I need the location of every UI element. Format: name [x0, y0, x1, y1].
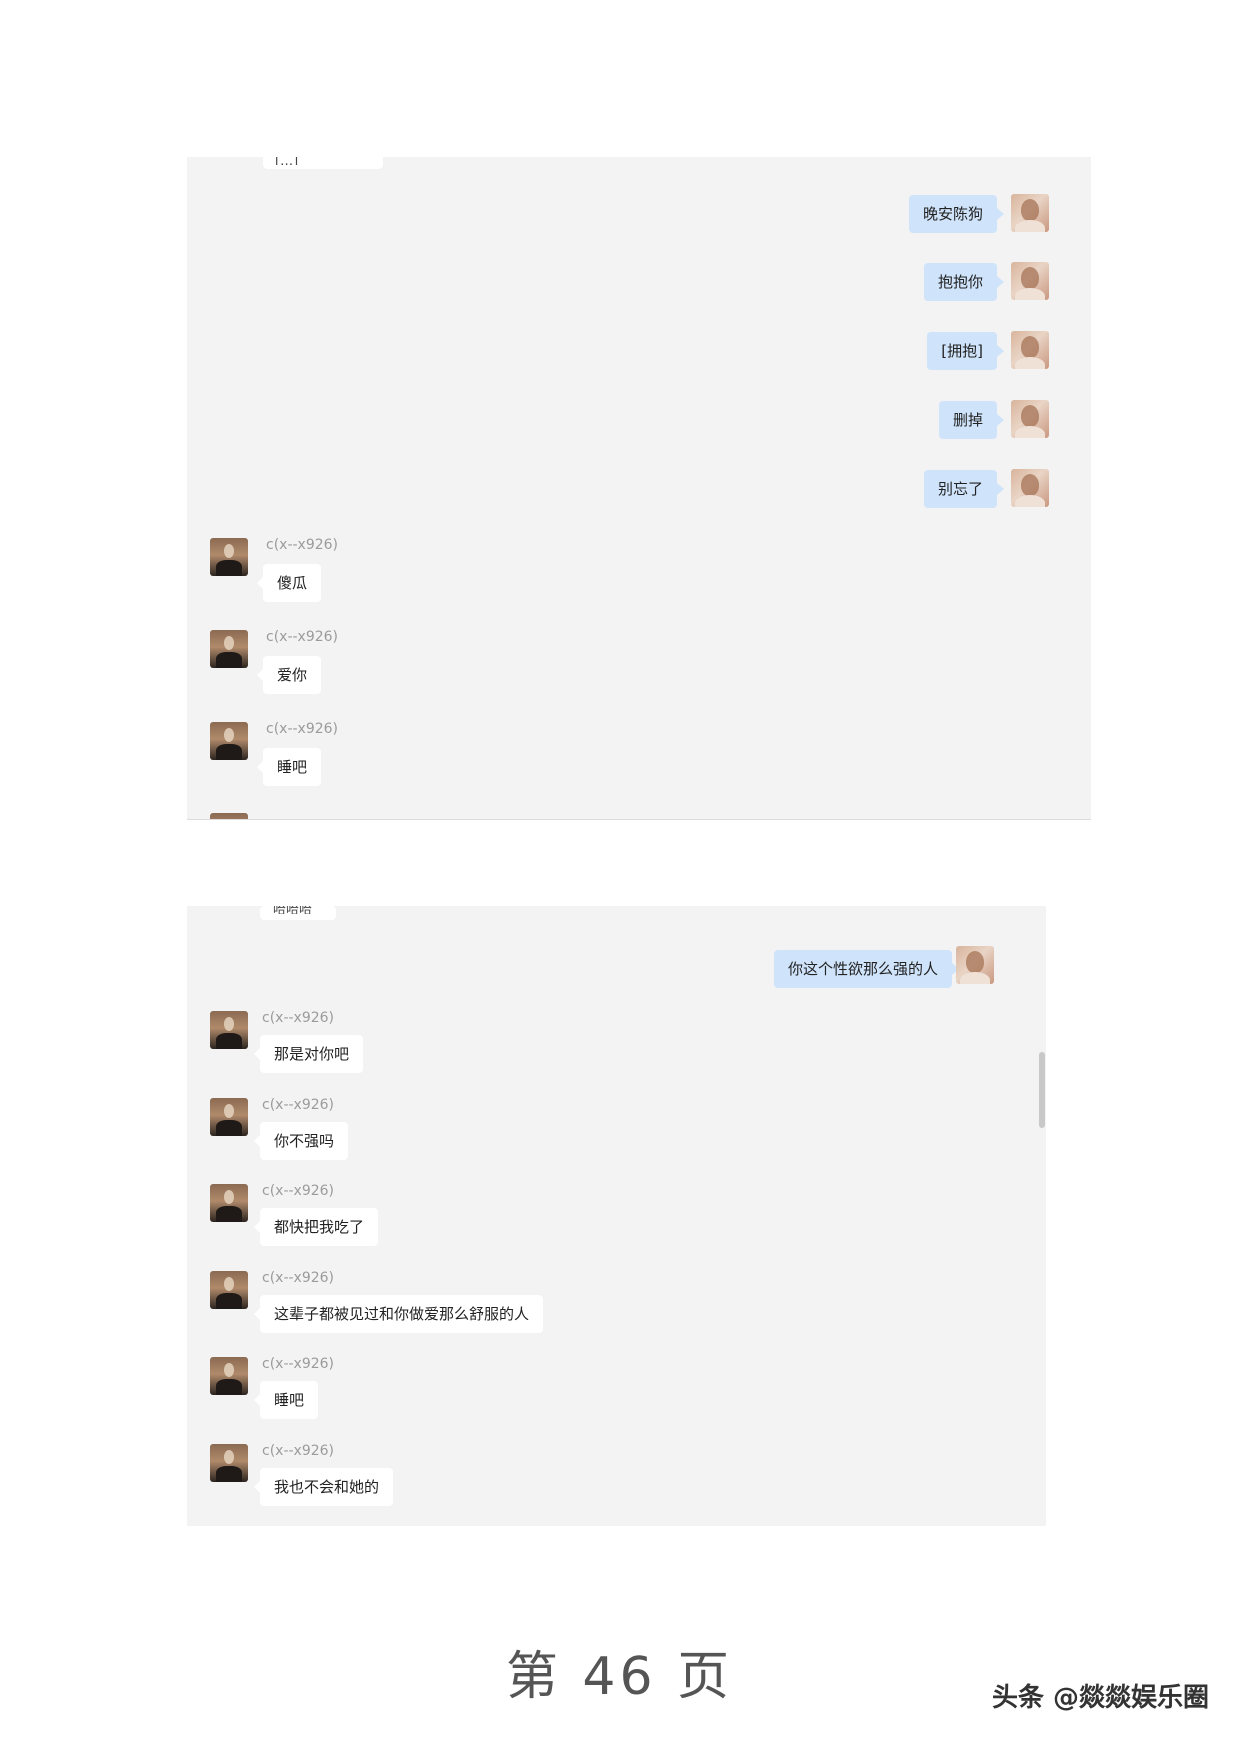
partial-message-text: 哈哈哈 [273, 906, 313, 914]
sender-name: c(x--x926) [262, 1270, 335, 1286]
chat-panel-2: 哈哈哈 你这个性欲那么强的人 c(x--x926) 那是对你吧 c(x--x92… [187, 906, 1046, 1526]
incoming-message[interactable]: 你不强吗 [253, 1122, 349, 1160]
outgoing-message[interactable]: 删掉 [938, 401, 1005, 439]
scrollbar-thumb[interactable] [1039, 1052, 1045, 1128]
contact-avatar[interactable] [210, 1444, 248, 1482]
my-avatar[interactable] [1011, 469, 1049, 507]
my-avatar[interactable] [1011, 400, 1049, 438]
incoming-message[interactable]: 爱你 [256, 656, 322, 694]
contact-avatar[interactable] [210, 630, 248, 668]
incoming-message[interactable]: 我也不会和她的 [253, 1468, 394, 1506]
incoming-message[interactable]: 那是对你吧 [253, 1035, 364, 1073]
incoming-message[interactable]: 都快把我吃了 [253, 1208, 379, 1246]
sender-name: c(x--x926) [262, 1183, 335, 1199]
incoming-message[interactable]: 这辈子都被见过和你做爱那么舒服的人 [253, 1295, 544, 1333]
sender-name: c(x--x926) [266, 721, 339, 737]
sender-name: c(x--x926) [266, 537, 339, 553]
outgoing-message[interactable]: 抱抱你 [923, 263, 1005, 301]
outgoing-message[interactable]: 晚安陈狗 [908, 195, 1005, 233]
my-avatar[interactable] [956, 946, 994, 984]
sender-name: c(x--x926) [262, 1443, 335, 1459]
my-avatar[interactable] [1011, 262, 1049, 300]
contact-avatar[interactable] [210, 538, 248, 576]
contact-avatar-partial [210, 813, 248, 819]
contact-avatar[interactable] [210, 1271, 248, 1309]
chat-panel-1: […] 晚安陈狗 抱抱你 [拥抱] 删掉 别忘了 c(x--x926) 傻瓜 c… [187, 157, 1091, 820]
incoming-message[interactable]: 睡吧 [253, 1381, 319, 1419]
sender-name: c(x--x926) [262, 1097, 335, 1113]
sender-name: c(x--x926) [262, 1356, 335, 1372]
contact-avatar[interactable] [210, 1011, 248, 1049]
sender-name: c(x--x926) [266, 629, 339, 645]
contact-avatar[interactable] [210, 1184, 248, 1222]
outgoing-message[interactable]: [拥抱] [927, 332, 1004, 370]
outgoing-message[interactable]: 别忘了 [923, 470, 1005, 508]
sender-name: c(x--x926) [262, 1010, 335, 1026]
outgoing-message[interactable]: 你这个性欲那么强的人 [773, 950, 960, 988]
my-avatar[interactable] [1011, 194, 1049, 232]
incoming-message[interactable]: 傻瓜 [256, 564, 322, 602]
contact-avatar[interactable] [210, 1357, 248, 1395]
incoming-message[interactable]: 睡吧 [256, 748, 322, 786]
watermark-text: 头条 @燚燚娱乐圈 [991, 1683, 1209, 1713]
partial-message-text: […] [275, 157, 299, 165]
contact-avatar[interactable] [210, 1098, 248, 1136]
my-avatar[interactable] [1011, 331, 1049, 369]
contact-avatar[interactable] [210, 722, 248, 760]
